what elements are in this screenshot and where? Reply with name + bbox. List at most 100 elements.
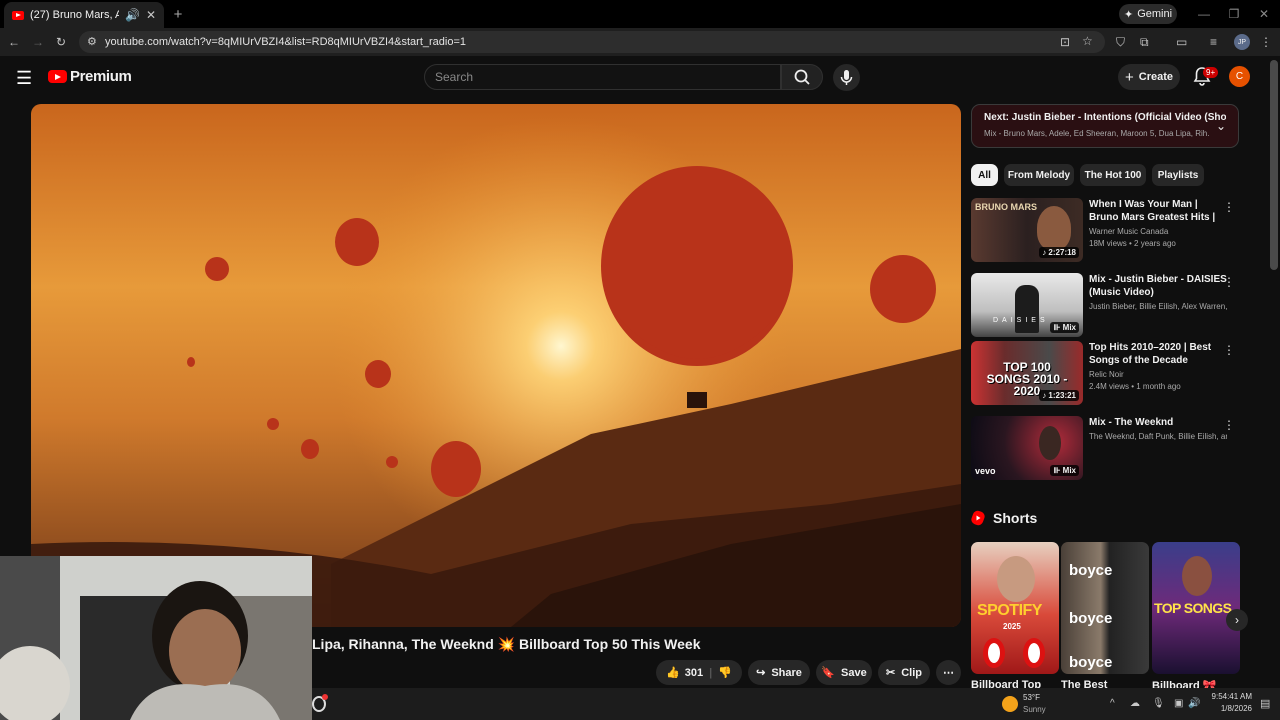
recommendation-title[interactable]: Mix - Justin Bieber - DAISIES (Music Vid… <box>1089 273 1227 299</box>
reload-icon[interactable]: ↻ <box>56 35 66 49</box>
more-options-icon[interactable]: ⋮ <box>1223 275 1235 289</box>
artist-figure <box>1015 285 1039 333</box>
gemini-button[interactable]: ✦ Gemini <box>1119 4 1177 24</box>
up-next-title: Next: Justin Bieber - Intentions (Offici… <box>984 112 1226 123</box>
close-tab-icon[interactable]: ✕ <box>146 8 156 22</box>
short-thumb-subtext: 2025 <box>1003 622 1021 631</box>
shield-icon[interactable]: ⛉ <box>1116 35 1125 50</box>
thumbnail-text: DAISIES <box>993 317 1049 324</box>
chip-hot-100[interactable]: The Hot 100 <box>1080 164 1146 186</box>
clock-date[interactable]: 1/8/2026 <box>1208 704 1252 713</box>
short-thumbnail[interactable]: boyce boyce boyce <box>1061 542 1149 674</box>
recommendation-item[interactable]: TOP 100 SONGS 2010 - 2020 ♪ 1:23:21 Top … <box>971 341 1239 407</box>
temperature-text: 53°F <box>1023 693 1040 702</box>
chip-playlists[interactable]: Playlists <box>1152 164 1204 186</box>
video-thumbnail[interactable]: BRUNO MARS ♪ 2:27:18 <box>971 198 1083 262</box>
search-button[interactable] <box>781 64 823 90</box>
save-button[interactable]: 🔖 Save <box>816 660 872 685</box>
more-options-icon[interactable]: ⋮ <box>1223 200 1235 214</box>
share-button[interactable]: ↪ Share <box>748 660 810 685</box>
short-thumb-text: boyce <box>1069 610 1113 627</box>
channel-name[interactable]: Justin Bieber, Billie Eilish, Alex Warre… <box>1089 302 1227 311</box>
recommendation-title[interactable]: Mix - The Weeknd <box>1089 416 1227 429</box>
thumbs-down-icon[interactable]: 👎 <box>718 666 732 679</box>
save-label: Save <box>841 666 867 679</box>
new-tab-icon[interactable]: + <box>170 6 186 23</box>
chevron-down-icon[interactable]: ⌄ <box>1216 119 1226 133</box>
webcam-person-image <box>0 556 312 720</box>
browser-tab-strip: (27) Bruno Mars, Adele, Ed 🔊 ✕ + ✦ Gemin… <box>0 0 1280 28</box>
microphone-icon[interactable]: 🎙 <box>1152 698 1165 709</box>
short-thumbnail[interactable]: SPOTIFY 2025 <box>971 542 1059 674</box>
close-window-icon[interactable]: ✕ <box>1256 6 1272 22</box>
minimize-icon[interactable]: — <box>1196 6 1212 22</box>
recommendation-item[interactable]: vevo ⊪ Mix Mix - The Weeknd The Weeknd, … <box>971 416 1239 482</box>
more-horizontal-icon: ⋯ <box>943 667 954 679</box>
logo-text: Premium <box>70 68 132 85</box>
vevo-logo-text: vevo <box>975 466 996 476</box>
thumbs-up-icon: 👍 <box>666 667 680 679</box>
more-options-icon[interactable]: ⋮ <box>1223 343 1235 357</box>
hamburger-menu-icon[interactable]: ☰ <box>16 68 32 89</box>
network-icon[interactable]: ▣ <box>1174 698 1183 709</box>
media-controls-icon[interactable]: ≡ <box>1210 35 1217 49</box>
search-icon <box>794 69 810 85</box>
volume-icon[interactable]: 🔊 <box>1188 698 1200 709</box>
recommendation-item[interactable]: BRUNO MARS ♪ 2:27:18 When I Was Your Man… <box>971 198 1239 264</box>
youtube-logo[interactable]: Premium <box>48 68 132 85</box>
recommendation-title[interactable]: Top Hits 2010–2020 | Best Songs of the D… <box>1089 341 1227 367</box>
more-options-icon[interactable]: ⋮ <box>1223 418 1235 432</box>
video-thumbnail[interactable]: DAISIES ⊪ Mix <box>971 273 1083 337</box>
sparkle-icon: ✦ <box>1123 8 1134 21</box>
clip-button[interactable]: ✂ Clip <box>878 660 930 685</box>
video-frame-balloons <box>31 104 961 627</box>
account-avatar[interactable]: C <box>1229 66 1250 87</box>
recommendation-title[interactable]: When I Was Your Man | Bruno Mars Greates… <box>1089 198 1227 224</box>
recommendation-item[interactable]: DAISIES ⊪ Mix Mix - Justin Bieber - DAIS… <box>971 273 1239 339</box>
browser-tab[interactable]: (27) Bruno Mars, Adele, Ed 🔊 ✕ <box>4 2 164 28</box>
microphone-icon <box>840 70 853 85</box>
bookmark-icon: 🔖 <box>821 667 835 679</box>
cloud-icon[interactable]: ☁ <box>1130 698 1140 709</box>
channel-name[interactable]: The Weeknd, Daft Punk, Billie Eilish, an… <box>1089 432 1227 441</box>
video-player[interactable] <box>31 104 961 627</box>
show-hidden-icons-chevron-icon[interactable]: ^ <box>1110 698 1115 709</box>
video-meta: 18M views • 2 years ago <box>1089 239 1176 248</box>
short-thumb-text: boyce <box>1069 654 1113 671</box>
search-input[interactable]: Search <box>424 64 781 90</box>
address-bar[interactable]: ⚙ youtube.com/watch?v=8qMIUrVBZI4&list=R… <box>79 31 1105 53</box>
maximize-icon[interactable]: ❐ <box>1226 6 1242 22</box>
like-button[interactable]: 👍 301 <box>666 666 703 680</box>
browser-menu-icon[interactable]: ⋮ <box>1260 35 1272 49</box>
forward-icon[interactable]: → <box>32 35 44 49</box>
profile-avatar[interactable]: JP <box>1234 34 1250 50</box>
channel-name[interactable]: Relic Noir <box>1089 370 1227 379</box>
browser-toolbar: ← → ↻ ⚙ youtube.com/watch?v=8qMIUrVBZI4&… <box>0 28 1280 56</box>
extensions-icon[interactable]: ⧉ <box>1140 35 1149 50</box>
shorts-title: Shorts <box>993 510 1038 526</box>
channel-name[interactable]: Warner Music Canada <box>1089 227 1227 236</box>
create-button[interactable]: + Create <box>1118 64 1180 90</box>
back-icon[interactable]: ← <box>8 35 20 49</box>
youtube-favicon-icon <box>12 10 24 20</box>
speaker-icon[interactable]: 🔊 <box>125 8 140 22</box>
notifications-icon[interactable]: ▤ <box>1260 697 1270 710</box>
chip-all[interactable]: All <box>971 164 998 186</box>
voice-search-button[interactable] <box>833 64 860 91</box>
site-info-icon[interactable]: ⚙ <box>87 35 97 48</box>
short-thumb-text: boyce <box>1069 562 1113 579</box>
chip-from-melody[interactable]: From Melody <box>1004 164 1074 186</box>
duration-badge: ♪ 2:27:18 <box>1039 247 1079 258</box>
shorts-next-chevron-icon[interactable]: › <box>1226 609 1248 631</box>
clock-time[interactable]: 9:54:41 AM <box>1208 692 1252 701</box>
more-actions-button[interactable]: ⋯ <box>936 660 961 685</box>
video-thumbnail[interactable]: TOP 100 SONGS 2010 - 2020 ♪ 1:23:21 <box>971 341 1083 405</box>
install-app-icon[interactable]: ⊡ <box>1060 35 1070 49</box>
cast-icon[interactable]: ▭ <box>1176 35 1187 49</box>
video-thumbnail[interactable]: vevo ⊪ Mix <box>971 416 1083 480</box>
bookmark-star-icon[interactable]: ☆ <box>1082 34 1093 48</box>
page-scrollbar[interactable] <box>1270 60 1278 270</box>
decoration <box>983 638 1005 668</box>
up-next-panel[interactable]: Next: Justin Bieber - Intentions (Offici… <box>971 104 1239 148</box>
short-thumbnail[interactable]: TOP SONGS <box>1152 542 1240 674</box>
